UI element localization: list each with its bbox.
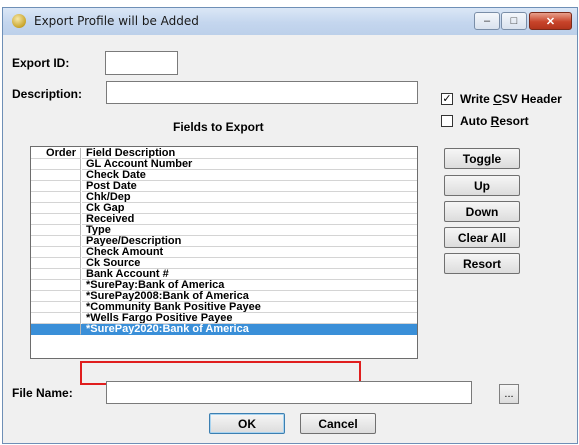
resort-button[interactable]: Resort: [444, 253, 520, 274]
table-row[interactable]: Chk/Dep: [31, 192, 417, 203]
table-row[interactable]: *SurePay2008:Bank of America: [31, 291, 417, 302]
order-column-header[interactable]: Order: [31, 148, 81, 159]
window-title: Export Profile will be Added: [34, 14, 199, 28]
field-description-cell[interactable]: Type: [82, 225, 417, 236]
description-label: Description:: [12, 87, 83, 101]
field-description-cell[interactable]: *Wells Fargo Positive Payee: [82, 313, 417, 324]
field-description-cell[interactable]: *SurePay:Bank of America: [82, 280, 417, 291]
table-row[interactable]: Check Date: [31, 170, 417, 181]
field-description-cell[interactable]: Chk/Dep: [82, 192, 417, 203]
order-cell[interactable]: [31, 280, 81, 291]
minimize-button[interactable]: –: [474, 12, 500, 30]
browse-button[interactable]: ...: [499, 384, 519, 404]
export-id-input[interactable]: [105, 51, 178, 75]
order-cell[interactable]: [31, 192, 81, 203]
description-input[interactable]: [106, 81, 418, 104]
table-row[interactable]: Payee/Description: [31, 236, 417, 247]
order-cell[interactable]: [31, 170, 81, 181]
order-cell[interactable]: [31, 159, 81, 170]
table-row[interactable]: Post Date: [31, 181, 417, 192]
app-icon: [12, 14, 26, 28]
maximize-button[interactable]: □: [501, 12, 527, 30]
table-row[interactable]: Received: [31, 214, 417, 225]
order-cell[interactable]: [31, 269, 81, 280]
field-description-cell[interactable]: Check Amount: [82, 247, 417, 258]
order-cell[interactable]: [31, 225, 81, 236]
field-description-cell[interactable]: Bank Account #: [82, 269, 417, 280]
up-button[interactable]: Up: [444, 175, 520, 196]
field-description-cell[interactable]: Received: [82, 214, 417, 225]
cancel-button[interactable]: Cancel: [300, 413, 376, 434]
down-button[interactable]: Down: [444, 201, 520, 222]
clear-all-button[interactable]: Clear All: [444, 227, 520, 248]
auto-resort-checkbox[interactable]: [441, 115, 453, 127]
table-row[interactable]: Bank Account #: [31, 269, 417, 280]
order-cell[interactable]: [31, 324, 81, 335]
fields-grid[interactable]: Order Field Description GL Account Numbe…: [30, 146, 418, 359]
order-cell[interactable]: [31, 313, 81, 324]
fields-to-export-caption: Fields to Export: [173, 120, 264, 134]
order-cell[interactable]: [31, 258, 81, 269]
maximize-icon: □: [510, 15, 518, 27]
table-row[interactable]: Check Amount: [31, 247, 417, 258]
order-cell[interactable]: [31, 236, 81, 247]
order-cell[interactable]: [31, 214, 81, 225]
table-row[interactable]: *SurePay:Bank of America: [31, 280, 417, 291]
order-cell[interactable]: [31, 291, 81, 302]
table-row[interactable]: Ck Source: [31, 258, 417, 269]
table-row[interactable]: *Wells Fargo Positive Payee: [31, 313, 417, 324]
field-description-cell[interactable]: *SurePay2020:Bank of America: [82, 324, 417, 335]
order-cell[interactable]: [31, 181, 81, 192]
table-row[interactable]: *SurePay2020:Bank of America: [31, 324, 417, 335]
table-row[interactable]: *Community Bank Positive Payee: [31, 302, 417, 313]
table-row[interactable]: Type: [31, 225, 417, 236]
auto-resort-label[interactable]: Auto Resort: [460, 114, 529, 128]
field-description-cell[interactable]: *SurePay2008:Bank of America: [82, 291, 417, 302]
grid-header-row: Order Field Description: [31, 148, 417, 159]
field-description-cell[interactable]: *Community Bank Positive Payee: [82, 302, 417, 313]
order-cell[interactable]: [31, 302, 81, 313]
write-csv-header-label[interactable]: Write CSV Header: [460, 92, 562, 106]
export-profile-window: Export Profile will be Added – □ ✕ Expor…: [2, 7, 578, 444]
file-name-input[interactable]: [106, 381, 472, 404]
field-description-column-header[interactable]: Field Description: [82, 148, 417, 159]
field-description-cell[interactable]: Ck Gap: [82, 203, 417, 214]
field-description-cell[interactable]: GL Account Number: [82, 159, 417, 170]
field-description-cell[interactable]: Post Date: [82, 181, 417, 192]
checkmark-icon: ✓: [442, 93, 452, 105]
field-description-cell[interactable]: Check Date: [82, 170, 417, 181]
ok-button[interactable]: OK: [209, 413, 285, 434]
toggle-button[interactable]: Toggle: [444, 148, 520, 169]
title-bar[interactable]: Export Profile will be Added – □ ✕: [3, 8, 577, 35]
export-id-label: Export ID:: [12, 56, 70, 70]
file-name-label: File Name:: [12, 386, 73, 400]
table-row[interactable]: Ck Gap: [31, 203, 417, 214]
field-description-cell[interactable]: Payee/Description: [82, 236, 417, 247]
minimize-icon: –: [483, 15, 491, 27]
close-icon: ✕: [545, 15, 556, 28]
field-description-cell[interactable]: Ck Source: [82, 258, 417, 269]
write-csv-header-checkbox[interactable]: ✓: [441, 93, 453, 105]
table-row[interactable]: GL Account Number: [31, 159, 417, 170]
close-button[interactable]: ✕: [529, 12, 572, 30]
order-cell[interactable]: [31, 247, 81, 258]
order-cell[interactable]: [31, 203, 81, 214]
